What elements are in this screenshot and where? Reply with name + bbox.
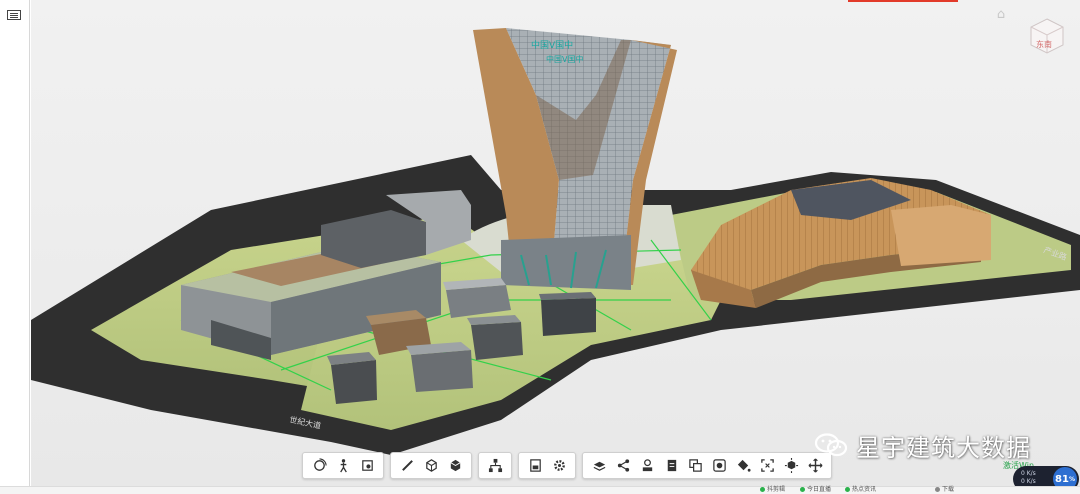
toolbar-group-properties — [518, 452, 576, 479]
taskbar-label: 下载 — [942, 486, 955, 493]
menu-icon[interactable] — [7, 10, 21, 20]
taskbar-dot — [760, 487, 765, 492]
stamp-icon[interactable] — [635, 454, 659, 478]
model-tree-icon[interactable] — [483, 454, 507, 478]
tower-sign-top: 中国V国中 — [531, 39, 573, 51]
section-box-icon[interactable] — [419, 454, 443, 478]
taskbar-dot — [935, 487, 940, 492]
toolbar-group-tools — [582, 452, 832, 479]
taskbar: 抖剪辑 今日直播 热点资讯 下载 — [0, 486, 1080, 494]
view-cube[interactable]: 东南 — [1027, 16, 1067, 56]
toolbar-group-tree — [478, 452, 512, 479]
small-building-5 — [406, 342, 473, 392]
document-icon[interactable] — [659, 454, 683, 478]
taskbar-item[interactable]: 抖剪辑 — [760, 486, 785, 494]
tower-sign-lower: 中国V国中 — [546, 54, 583, 64]
taskbar-label: 今日直播 — [807, 486, 832, 493]
layers-icon[interactable] — [587, 454, 611, 478]
small-building-4 — [467, 315, 523, 360]
small-building-2 — [539, 292, 596, 336]
3d-viewport[interactable]: 中国V国中 中国V国中 世紀大道 产业路 ⌂ 东南 — [31, 0, 1080, 486]
share-icon[interactable] — [611, 454, 635, 478]
walk-icon[interactable] — [331, 454, 355, 478]
watermark: 星宇建筑大数据 — [814, 430, 1031, 462]
net-up: 0 K/s — [1021, 470, 1036, 477]
taskbar-item[interactable]: 热点资讯 — [845, 486, 876, 494]
record-icon[interactable] — [707, 454, 731, 478]
cpu-unit: % — [1068, 475, 1075, 483]
explode-icon[interactable] — [443, 454, 467, 478]
watermark-text: 星宇建筑大数据 — [856, 433, 1031, 462]
copy-icon[interactable] — [683, 454, 707, 478]
orbit-icon[interactable] — [307, 454, 331, 478]
taskbar-label: 抖剪辑 — [767, 486, 786, 493]
view-cube-label: 东南 — [1036, 39, 1052, 49]
bottom-toolbar — [302, 452, 832, 479]
toolbar-group-navigation — [302, 452, 384, 479]
properties-icon[interactable] — [523, 454, 547, 478]
toolbar-group-measure — [390, 452, 472, 479]
taskbar-item[interactable]: 下载 — [935, 486, 954, 494]
home-icon[interactable]: ⌂ — [994, 8, 1008, 22]
wechat-icon — [814, 433, 848, 457]
taskbar-label: 热点资讯 — [852, 486, 877, 493]
cpu-percent: 81 — [1055, 473, 1069, 485]
paint-bucket-icon[interactable] — [731, 454, 755, 478]
left-sidebar — [0, 0, 30, 494]
taskbar-item[interactable]: 今日直播 — [800, 486, 831, 494]
net-down: 0 K/s — [1021, 478, 1036, 485]
fit-view-icon[interactable] — [355, 454, 379, 478]
accent-bar — [848, 0, 958, 2]
settings-icon[interactable] — [547, 454, 571, 478]
measure-icon[interactable] — [395, 454, 419, 478]
focus-icon[interactable] — [755, 454, 779, 478]
net-speed: 0 K/s 0 K/s — [1021, 470, 1036, 486]
taskbar-dot — [800, 487, 805, 492]
explode-view-icon[interactable] — [779, 454, 803, 478]
app-window: 中国V国中 中国V国中 世紀大道 产业路 ⌂ 东南 星宇建筑大数据 激活Win … — [0, 0, 1080, 494]
building-model-scene[interactable]: 中国V国中 中国V国中 世紀大道 产业路 — [31, 0, 1080, 486]
taskbar-dot — [845, 487, 850, 492]
